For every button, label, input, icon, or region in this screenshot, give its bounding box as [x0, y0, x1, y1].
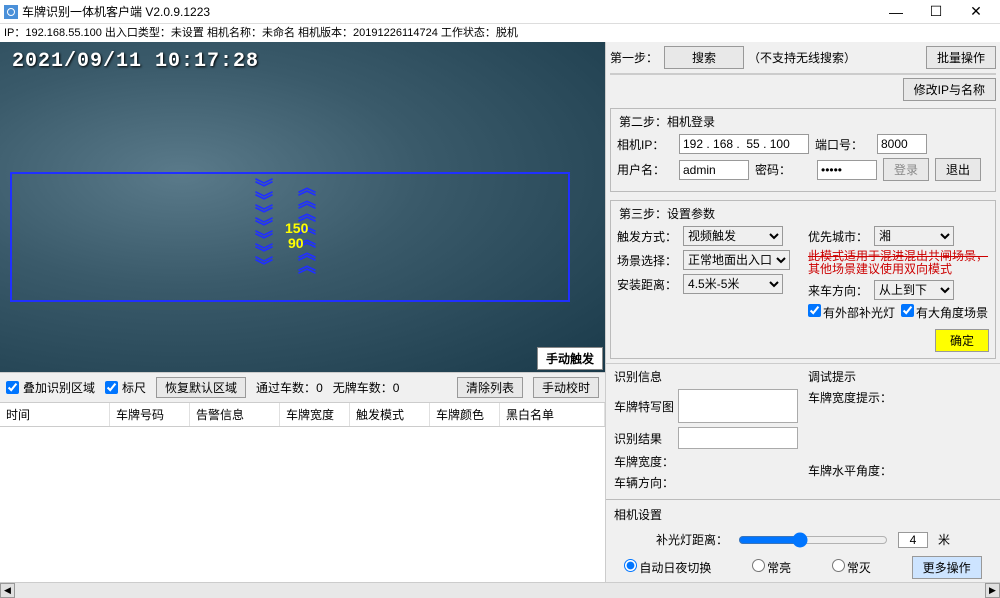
- step3-legend: 第三步：设置参数: [617, 205, 717, 222]
- always-on-radio[interactable]: 常亮: [752, 559, 791, 576]
- batch-op-button[interactable]: 批量操作: [926, 46, 996, 69]
- search-button[interactable]: 搜索: [664, 46, 744, 69]
- scroll-left-icon[interactable]: ◀: [0, 583, 15, 598]
- result-table-header: 时间 车牌号码 告警信息 车牌宽度 触发模式 车牌颜色 黑白名单: [0, 403, 605, 427]
- ruler-checkbox[interactable]: 标尺: [105, 379, 146, 396]
- confirm-button[interactable]: 确定: [935, 329, 989, 352]
- wide-angle-checkbox[interactable]: 有大角度场景: [901, 304, 988, 321]
- restore-roi-button[interactable]: 恢复默认区域: [156, 377, 246, 398]
- window-title: 车牌识别一体机客户端 V2.0.9.1223: [22, 3, 876, 20]
- unit-label: 米: [938, 531, 950, 548]
- width-hint-label: 车牌宽度提示：: [808, 389, 892, 406]
- status-infobar: IP：192.168.55.100 出入口类型：未设置 相机名称：未命名 相机版…: [0, 24, 1000, 42]
- modify-ip-button[interactable]: 修改IP与名称: [903, 78, 996, 101]
- username-label: 用户名：: [617, 161, 673, 178]
- mode-note: 此模式适用于混进混出共闸场景， 其他场景建议使用双向模式: [808, 250, 989, 276]
- app-icon: [4, 5, 18, 19]
- ext-light-checkbox[interactable]: 有外部补光灯: [808, 304, 895, 321]
- scroll-right-icon[interactable]: ▶: [985, 583, 1000, 598]
- direction-select[interactable]: 从上到下: [874, 280, 954, 300]
- close-button[interactable]: ✕: [956, 0, 996, 24]
- minimize-button[interactable]: —: [876, 0, 916, 24]
- port-input[interactable]: [877, 134, 927, 154]
- city-select[interactable]: 湘: [874, 226, 954, 246]
- roi-num-1: 150: [285, 220, 308, 236]
- recog-result-box: [678, 427, 798, 449]
- no-wireless-note: （不支持无线搜索）: [748, 49, 856, 66]
- scene-select[interactable]: 正常地面出入口: [683, 250, 790, 270]
- username-input[interactable]: [679, 160, 749, 180]
- pass-count-label: 通过车数：0: [256, 379, 323, 396]
- distance-select[interactable]: 4.5米-5米: [683, 274, 783, 294]
- light-dist-slider[interactable]: [738, 532, 888, 548]
- direction-label: 来车方向：: [808, 282, 868, 299]
- debug-title: 调试提示: [808, 368, 992, 385]
- horizontal-scrollbar[interactable]: ◀ ▶: [0, 582, 1000, 597]
- video-timestamp: 2021/09/11 10:17:28: [12, 50, 259, 73]
- recog-title: 识别信息: [614, 368, 798, 385]
- trigger-label: 触发方式：: [617, 228, 677, 245]
- camera-ip-label: 相机IP：: [617, 136, 673, 153]
- trigger-select[interactable]: 视频触发: [683, 226, 783, 246]
- logout-button[interactable]: 退出: [935, 158, 981, 181]
- result-table-body: [0, 427, 605, 582]
- plate-width-label: 车牌宽度：: [614, 453, 674, 470]
- clear-list-button[interactable]: 清除列表: [457, 377, 523, 398]
- port-label: 端口号：: [815, 136, 871, 153]
- light-dist-input[interactable]: [898, 532, 928, 548]
- always-off-radio[interactable]: 常灭: [832, 559, 871, 576]
- overlay-roi-checkbox[interactable]: 叠加识别区域: [6, 379, 95, 396]
- vehicle-dir-label: 车辆方向：: [614, 474, 674, 491]
- more-ops-button[interactable]: 更多操作: [912, 556, 982, 579]
- recog-result-label: 识别结果: [614, 430, 674, 447]
- auto-daynight-radio[interactable]: 自动日夜切换: [624, 559, 711, 576]
- step1-label: 第一步：: [610, 49, 660, 66]
- noplate-count-label: 无牌车数：0: [333, 379, 400, 396]
- camera-ip-input[interactable]: [679, 134, 809, 154]
- login-button[interactable]: 登录: [883, 158, 929, 181]
- step2-legend: 第二步：相机登录: [617, 113, 717, 130]
- plate-img-label: 车牌特写图: [614, 398, 674, 415]
- light-dist-label: 补光灯距离：: [656, 531, 728, 548]
- plate-img-box: [678, 389, 798, 423]
- password-input[interactable]: [817, 160, 877, 180]
- video-preview: 2021/09/11 10:17:28 ︾︾︾︾︾︾︾ ︽︽︽︽︽︽︽ 150 …: [0, 42, 605, 372]
- manual-trigger-button[interactable]: 手动触发: [537, 347, 603, 370]
- roi-num-2: 90: [288, 235, 304, 251]
- city-label: 优先城市：: [808, 228, 868, 245]
- camset-title: 相机设置: [614, 506, 992, 523]
- scene-label: 场景选择：: [617, 252, 677, 269]
- manual-time-button[interactable]: 手动校时: [533, 377, 599, 398]
- maximize-button[interactable]: ☐: [916, 0, 956, 24]
- angle-label: 车牌水平角度：: [808, 462, 892, 479]
- distance-label: 安装距离：: [617, 276, 677, 293]
- password-label: 密码：: [755, 161, 811, 178]
